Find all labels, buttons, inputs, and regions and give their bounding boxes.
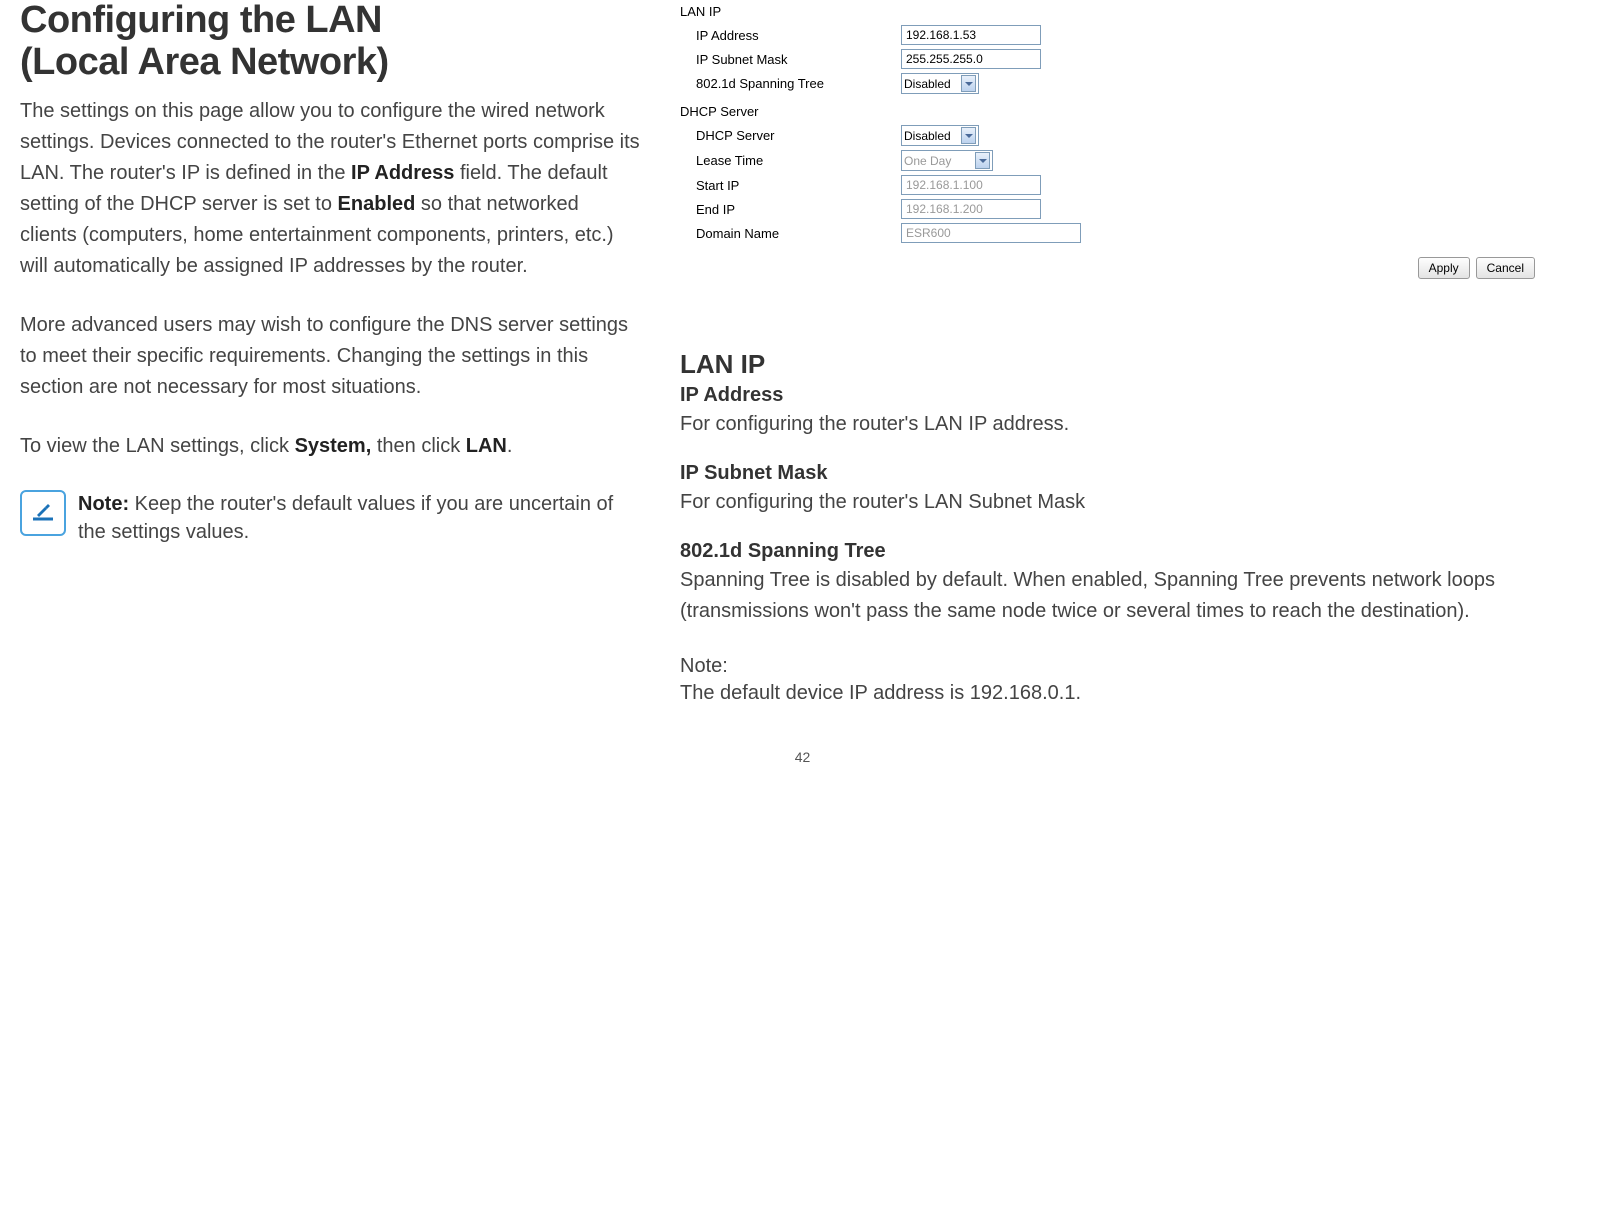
spanning-tree-label: 802.1d Spanning Tree (696, 76, 901, 91)
para1-bold-ip-address: IP Address (351, 162, 454, 184)
note-icon (20, 490, 66, 536)
config-panel: LAN IP IP Address IP Subnet Mask 802.1d … (680, 4, 1585, 279)
domain-name-label: Domain Name (696, 226, 901, 241)
title-line-1: Configuring the LAN (20, 0, 382, 41)
ip-subnet-mask-input[interactable] (901, 49, 1041, 69)
spanning-tree-heading: 802.1d Spanning Tree (680, 540, 1585, 563)
spanning-tree-select[interactable]: Disabled (901, 73, 979, 94)
page-number: 42 (20, 749, 1585, 765)
lease-time-select[interactable]: One Day (901, 150, 993, 171)
para1-bold-enabled: Enabled (338, 193, 416, 215)
para3-text-e: . (507, 435, 513, 457)
dhcp-server-value: Disabled (904, 129, 951, 143)
chevron-down-icon (975, 152, 990, 169)
ip-address-label: IP Address (696, 28, 901, 43)
dhcp-server-label: DHCP Server (696, 128, 901, 143)
ip-subnet-mask-label: IP Subnet Mask (696, 52, 901, 67)
chevron-down-icon (961, 75, 976, 92)
para3-bold-lan: LAN (466, 435, 507, 457)
ip-address-heading: IP Address (680, 384, 1585, 407)
dhcp-server-section-label: DHCP Server (680, 104, 1585, 119)
domain-name-input[interactable] (901, 223, 1081, 243)
lease-time-label: Lease Time (696, 153, 901, 168)
default-ip-note: The default device IP address is 192.168… (680, 678, 1585, 709)
ip-address-input[interactable] (901, 25, 1041, 45)
para3-text-c: then click (371, 435, 465, 457)
note-label: Note: (680, 655, 1585, 678)
start-ip-input[interactable] (901, 175, 1041, 195)
note-bold-label: Note: (78, 493, 129, 515)
dhcp-server-select[interactable]: Disabled (901, 125, 979, 146)
note-body-text: Keep the router's default values if you … (78, 493, 613, 543)
page-title: Configuring the LAN (Local Area Network) (20, 0, 640, 84)
para3-text-a: To view the LAN settings, click (20, 435, 295, 457)
chevron-down-icon (961, 127, 976, 144)
spanning-tree-description: Spanning Tree is disabled by default. Wh… (680, 565, 1585, 627)
intro-paragraph-2: More advanced users may wish to configur… (20, 310, 640, 403)
note-text: Note: Keep the router's default values i… (78, 490, 640, 546)
lan-ip-section-label: LAN IP (680, 4, 1585, 19)
ip-subnet-mask-description: For configuring the router's LAN Subnet … (680, 487, 1585, 518)
para3-bold-system: System, (295, 435, 372, 457)
intro-paragraph-3: To view the LAN settings, click System, … (20, 431, 640, 462)
intro-paragraph-1: The settings on this page allow you to c… (20, 96, 640, 282)
lan-ip-heading: LAN IP (680, 349, 1585, 380)
ip-address-description: For configuring the router's LAN IP addr… (680, 409, 1585, 440)
spanning-tree-value: Disabled (904, 77, 951, 91)
cancel-button[interactable]: Cancel (1476, 257, 1535, 279)
apply-button[interactable]: Apply (1418, 257, 1470, 279)
title-line-2: (Local Area Network) (20, 41, 389, 83)
ip-subnet-mask-heading: IP Subnet Mask (680, 462, 1585, 485)
end-ip-label: End IP (696, 202, 901, 217)
lease-time-value: One Day (904, 154, 951, 168)
end-ip-input[interactable] (901, 199, 1041, 219)
note-block: Note: Keep the router's default values i… (20, 490, 640, 546)
start-ip-label: Start IP (696, 178, 901, 193)
